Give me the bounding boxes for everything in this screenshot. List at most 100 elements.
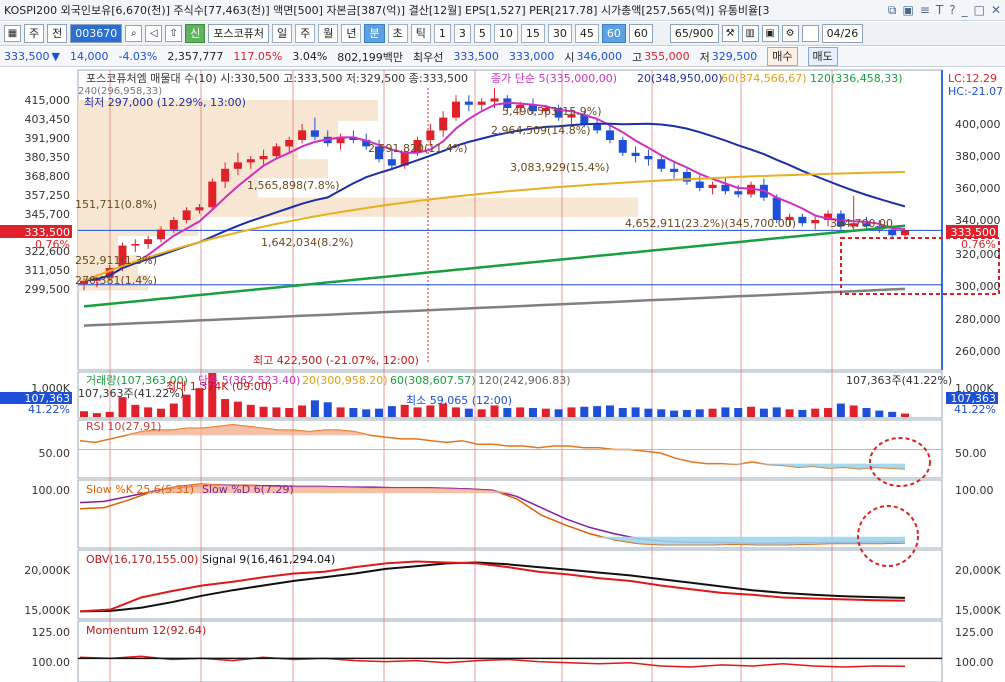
restore-icon[interactable]: ⧉ [888,3,897,18]
minimize-icon[interactable]: _ [962,3,968,18]
volume-profile-band-7 [78,236,118,256]
profile-label-10: 334,700.00 [830,217,893,230]
left-tick-8: 311,050 [25,264,71,277]
save-icon[interactable]: ▣ [902,3,913,18]
period-year[interactable]: 년 [341,24,362,43]
candle-body-13 [246,159,255,163]
momentum-tick-right-0: 125.00 [955,626,994,639]
candle-body-16 [285,140,294,147]
volume-bar-52 [747,406,756,417]
volume-bar-2 [105,411,114,417]
period-week[interactable]: 주 [295,24,316,43]
volume-bar-44 [644,408,653,417]
arrow-up-icon[interactable]: ⇧ [165,25,183,42]
period-minute[interactable]: 분 [364,24,385,43]
maximize-icon[interactable]: □ [974,3,985,18]
profile-label-7: 3,083,929(15.4%) [510,161,610,174]
period-month[interactable]: 월 [318,24,339,43]
right-tick-7: 260,000 [955,345,1001,358]
interval-15[interactable]: 15 [520,24,545,43]
hc-label: HC:-21.07 [948,85,1003,98]
candle-body-24 [387,159,396,166]
period-day[interactable]: 일 [271,24,293,43]
low-price: 329,500 [711,50,758,63]
interval-select[interactable]: 60 [628,24,653,43]
bar-chart-icon[interactable]: ▥ [741,25,759,42]
candle-body-29 [452,101,461,118]
volume-bar-27 [426,405,435,417]
buy-button[interactable]: 매수 [767,47,798,66]
period-tick[interactable]: 틱 [410,24,431,43]
best-ask: 333,500 [453,50,499,63]
volume-bar-22 [362,409,371,417]
interval-30[interactable]: 30 [547,24,572,43]
sell-button[interactable]: 매도 [807,47,838,66]
profile-label-2: 270,381(1.4%) [75,274,157,287]
obv-signal-legend: Signal 9(16,461,294.04) [202,553,335,566]
menu-icon[interactable]: ≡ [920,3,930,18]
profile-label-8: 5,490,563(15.9%) [502,105,602,118]
low-label: 저 [699,50,710,64]
candle-body-46 [670,168,679,172]
candle-body-17 [298,130,307,140]
ma60-legend: 60(374,566,67) [721,72,807,85]
gear-icon[interactable]: ⚙ [781,25,799,42]
checkbox-icon[interactable] [801,25,819,42]
volume-bar-20 [336,407,345,417]
momentum-tick-left-1: 100.00 [32,656,71,669]
stock-code-input[interactable]: 003670 [70,24,123,43]
lc-label: LC:12.29 [948,72,997,85]
interval-5[interactable]: 5 [473,24,491,43]
high-annotation: 최고 422,500 (-21.07%, 12:00) [253,354,419,367]
rsi-tick-left: 50.00 [39,447,71,460]
obv-legend: OBV(16,170,155.00) [86,553,198,566]
volume-bar-43 [631,407,640,417]
count-field[interactable]: 65/900 [669,24,719,43]
volume-min-label: 최소 59,065 (12:00) [406,394,512,407]
date-field[interactable]: 04/26 [821,24,864,43]
market-select[interactable]: 주 [24,24,45,43]
volume-bar-60 [849,405,858,417]
range-select[interactable]: 전 [47,24,68,43]
candle-body-14 [259,156,268,160]
tools-icon[interactable]: ⚒ [721,25,739,42]
volume-ma20-legend: 20(300,958.20) [302,374,388,387]
close-icon[interactable]: ✕ [991,3,1001,18]
stock-name-field[interactable]: 포스코퓨처 [208,24,269,43]
interval-3[interactable]: 3 [453,24,471,43]
volume-bar-36 [541,408,550,417]
interval-10[interactable]: 10 [493,24,518,43]
volume-bar-4 [131,404,140,417]
save-file-icon[interactable]: ▣ [761,25,779,42]
interval-60[interactable]: 60 [601,24,626,43]
volume-bar-35 [528,408,537,417]
interval-45[interactable]: 45 [574,24,599,43]
volume-bar-46 [670,410,679,417]
right-tick-4: 320,000 [955,248,1001,261]
candle-body-50 [721,184,730,192]
interval-1[interactable]: 1 [433,24,451,43]
grid-icon[interactable]: ▦ [4,25,21,42]
search-icon[interactable]: ⌕ [125,25,143,42]
volume-bar-49 [708,408,717,417]
volume-bar-62 [875,410,884,417]
quote-bar: 333,500 ▼ 14,000 -4.03% 2,357,777 117.05… [0,47,1005,67]
candle-body-51 [734,191,743,195]
sound-icon[interactable]: ◁ [145,25,163,42]
text-icon[interactable]: T [936,3,943,18]
volume-bar-54 [772,407,781,417]
left-tick-3: 380,350 [25,151,71,164]
profile-label-6: 2,964,509(14.8%) [491,124,591,137]
volume-bar-16 [285,408,294,417]
candle-body-56 [798,216,807,224]
volume-bar-32 [490,405,499,417]
candle-body-11 [221,168,230,182]
volume-bar-14 [259,406,268,417]
stoch-tick-left: 100.00 [32,484,71,497]
period-second[interactable]: 초 [387,24,408,43]
volume-bar-12 [233,401,242,417]
profile-label-1: 252,911(1.3%) [75,254,157,267]
help-icon[interactable]: ? [949,3,955,18]
high-price: 355,000 [644,50,690,63]
profile-label-0: 151,711(0.8%) [75,198,157,211]
